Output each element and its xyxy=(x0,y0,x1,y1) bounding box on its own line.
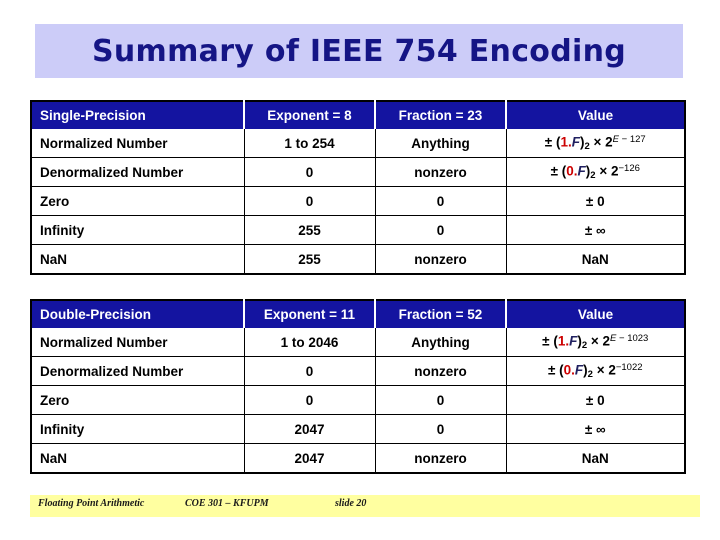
row-exponent: 0 xyxy=(243,356,376,386)
header-fraction: Fraction = 52 xyxy=(375,299,507,328)
row-value: ± (0.F)2 × 2−126 xyxy=(505,157,686,187)
row-exponent: 2047 xyxy=(243,414,376,444)
row-fraction: nonzero xyxy=(374,356,507,386)
header-exponent: Exponent = 11 xyxy=(244,299,376,328)
single-precision-body: Normalized Number 1 to 254 Anything ± (1… xyxy=(30,128,686,275)
row-value: ± 0 xyxy=(505,385,686,415)
table-row: Zero 0 0 ± 0 xyxy=(30,186,686,216)
row-kind: Infinity xyxy=(30,215,245,245)
row-fraction: 0 xyxy=(374,414,507,444)
table-row: NaN 255 nonzero NaN xyxy=(30,244,686,275)
row-kind: NaN xyxy=(30,244,245,275)
row-value: ± 0 xyxy=(505,186,686,216)
slide-canvas: Summary of IEEE 754 Encoding Single-Prec… xyxy=(0,0,720,540)
footer-course: COE 301 – KFUPM xyxy=(185,498,269,509)
row-fraction: nonzero xyxy=(374,443,507,474)
row-value: NaN xyxy=(505,443,686,474)
row-kind: Normalized Number xyxy=(30,128,245,158)
row-kind: Normalized Number xyxy=(30,327,245,357)
row-exponent: 1 to 254 xyxy=(243,128,376,158)
row-fraction: 0 xyxy=(374,385,507,415)
footer-slide-number: slide 20 xyxy=(335,498,367,509)
header-value: Value xyxy=(506,299,686,328)
row-exponent: 255 xyxy=(243,215,376,245)
row-exponent: 1 to 2046 xyxy=(243,327,376,357)
header-double-precision: Double-Precision xyxy=(30,299,245,328)
slide-title-band: Summary of IEEE 754 Encoding xyxy=(35,24,683,78)
row-fraction: nonzero xyxy=(374,244,507,275)
table-header-row: Double-Precision Exponent = 11 Fraction … xyxy=(30,299,686,328)
row-value: ± (1.F)2 × 2E − 1023 xyxy=(505,327,686,357)
row-fraction: Anything xyxy=(374,327,507,357)
row-kind: Infinity xyxy=(30,414,245,444)
row-value: ± ∞ xyxy=(505,215,686,245)
row-exponent: 2047 xyxy=(243,443,376,474)
row-kind: Zero xyxy=(30,186,245,216)
page-title: Summary of IEEE 754 Encoding xyxy=(91,33,626,69)
table-row: NaN 2047 nonzero NaN xyxy=(30,443,686,474)
table-header-row: Single-Precision Exponent = 8 Fraction =… xyxy=(30,100,686,129)
table-row: Normalized Number 1 to 2046 Anything ± (… xyxy=(30,327,686,357)
row-value: ± (1.F)2 × 2E − 127 xyxy=(505,128,686,158)
row-kind: NaN xyxy=(30,443,245,474)
double-precision-table: Double-Precision Exponent = 11 Fraction … xyxy=(30,299,686,474)
header-value: Value xyxy=(506,100,686,129)
footer-topic: Floating Point Arithmetic xyxy=(38,498,145,509)
row-kind: Zero xyxy=(30,385,245,415)
header-exponent: Exponent = 8 xyxy=(244,100,376,129)
row-kind: Denormalized Number xyxy=(30,157,245,187)
double-precision-body: Normalized Number 1 to 2046 Anything ± (… xyxy=(30,327,686,474)
row-fraction: 0 xyxy=(374,215,507,245)
row-kind: Denormalized Number xyxy=(30,356,245,386)
header-single-precision: Single-Precision xyxy=(30,100,245,129)
header-fraction: Fraction = 23 xyxy=(375,100,507,129)
row-fraction: 0 xyxy=(374,186,507,216)
row-value: ± ∞ xyxy=(505,414,686,444)
single-precision-table: Single-Precision Exponent = 8 Fraction =… xyxy=(30,100,686,275)
row-exponent: 0 xyxy=(243,385,376,415)
table-row: Normalized Number 1 to 254 Anything ± (1… xyxy=(30,128,686,158)
slide-footer: Floating Point Arithmetic COE 301 – KFUP… xyxy=(30,495,700,517)
row-fraction: nonzero xyxy=(374,157,507,187)
table-row: Infinity 255 0 ± ∞ xyxy=(30,215,686,245)
table-row: Denormalized Number 0 nonzero ± (0.F)2 ×… xyxy=(30,356,686,386)
row-value: ± (0.F)2 × 2−1022 xyxy=(505,356,686,386)
table-row: Zero 0 0 ± 0 xyxy=(30,385,686,415)
row-exponent: 255 xyxy=(243,244,376,275)
row-fraction: Anything xyxy=(374,128,507,158)
table-row: Denormalized Number 0 nonzero ± (0.F)2 ×… xyxy=(30,157,686,187)
table-row: Infinity 2047 0 ± ∞ xyxy=(30,414,686,444)
row-value: NaN xyxy=(505,244,686,275)
row-exponent: 0 xyxy=(243,186,376,216)
row-exponent: 0 xyxy=(243,157,376,187)
